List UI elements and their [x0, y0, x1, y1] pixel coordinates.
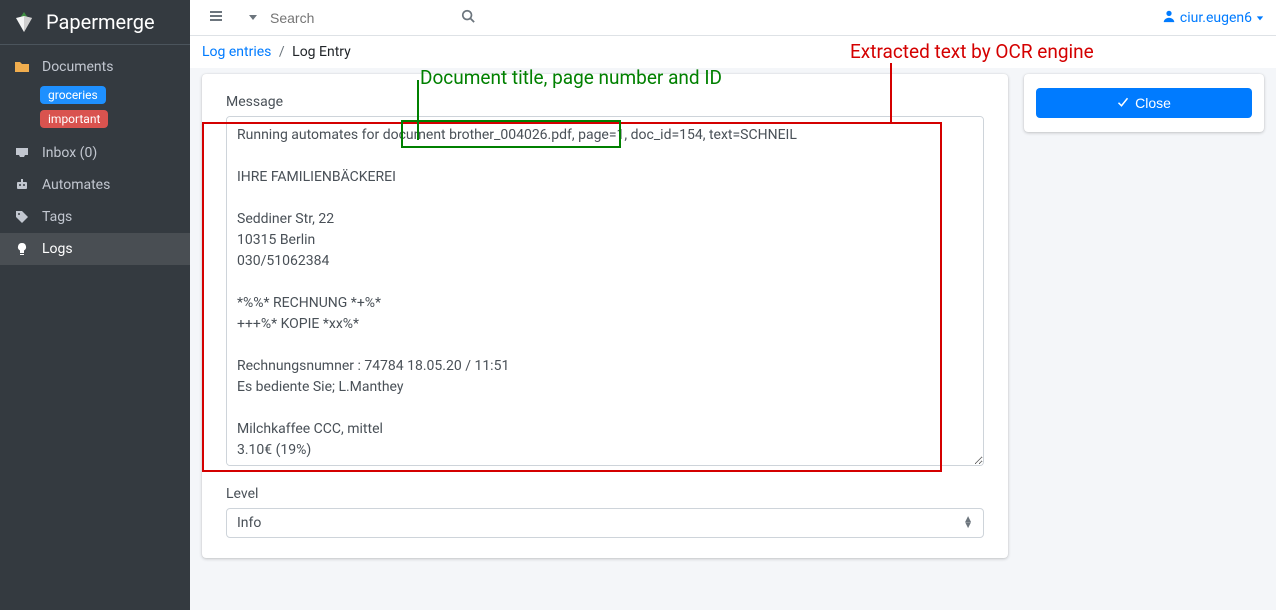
tag-important[interactable]: important — [40, 110, 108, 128]
folder-icon — [12, 59, 32, 75]
topbar: ciur.eugen6 — [190, 0, 1276, 36]
side-panel-card: Close — [1024, 74, 1264, 132]
message-field-label: Message — [226, 94, 984, 110]
log-entry-card: Message Level Info ▲▼ — [202, 74, 1008, 558]
search-group — [242, 5, 422, 31]
message-textarea[interactable] — [226, 116, 984, 466]
breadcrumb: Log entries / Log Entry — [190, 36, 1276, 68]
bulb-icon — [12, 241, 32, 257]
check-icon — [1117, 95, 1129, 111]
level-field-label: Level — [226, 486, 984, 502]
select-updown-icon: ▲▼ — [963, 517, 973, 529]
brand-logo-icon — [12, 10, 36, 34]
chevron-down-icon — [1256, 10, 1264, 26]
sidebar-item-label: Inbox (0) — [42, 145, 97, 161]
breadcrumb-parent-link[interactable]: Log entries — [202, 44, 271, 60]
brand-name: Papermerge — [46, 10, 155, 34]
sidebar-item-label: Automates — [42, 177, 110, 193]
level-select-value: Info — [237, 515, 261, 531]
search-icon[interactable] — [457, 5, 479, 31]
sidebar-doc-tags: groceries important — [0, 83, 190, 131]
content-area: Message Level Info ▲▼ Close — [190, 68, 1276, 610]
sidebar-item-label: Tags — [42, 209, 72, 225]
user-menu[interactable]: ciur.eugen6 — [1162, 9, 1264, 27]
sidebar-item-documents[interactable]: Documents — [0, 51, 190, 83]
sidebar-item-label: Logs — [42, 241, 73, 257]
sidebar: Papermerge Documents groceries important… — [0, 0, 190, 610]
brand: Papermerge — [0, 0, 190, 45]
sidebar-item-tags[interactable]: Tags — [0, 201, 190, 233]
sidebar-item-automates[interactable]: Automates — [0, 169, 190, 201]
search-scope-dropdown[interactable] — [242, 8, 264, 28]
level-select[interactable]: Info ▲▼ — [226, 508, 984, 538]
tag-icon — [12, 209, 32, 225]
hamburger-menu-button[interactable] — [202, 4, 230, 32]
close-button-label: Close — [1135, 95, 1171, 111]
robot-icon — [12, 177, 32, 193]
search-input[interactable] — [264, 6, 457, 30]
breadcrumb-separator: / — [275, 44, 289, 60]
breadcrumb-current: Log Entry — [292, 44, 351, 60]
sidebar-item-logs[interactable]: Logs — [0, 233, 190, 265]
main-area: ciur.eugen6 Log entries / Log Entry Mess… — [190, 0, 1276, 610]
sidebar-item-label: Documents — [42, 59, 113, 75]
user-icon — [1162, 9, 1176, 27]
inbox-icon — [12, 145, 32, 161]
sidebar-item-inbox[interactable]: Inbox (0) — [0, 137, 190, 169]
tag-groceries[interactable]: groceries — [40, 86, 106, 104]
sidebar-nav: Documents groceries important Inbox (0) … — [0, 45, 190, 271]
close-button[interactable]: Close — [1036, 88, 1252, 118]
username-label: ciur.eugen6 — [1180, 10, 1252, 26]
